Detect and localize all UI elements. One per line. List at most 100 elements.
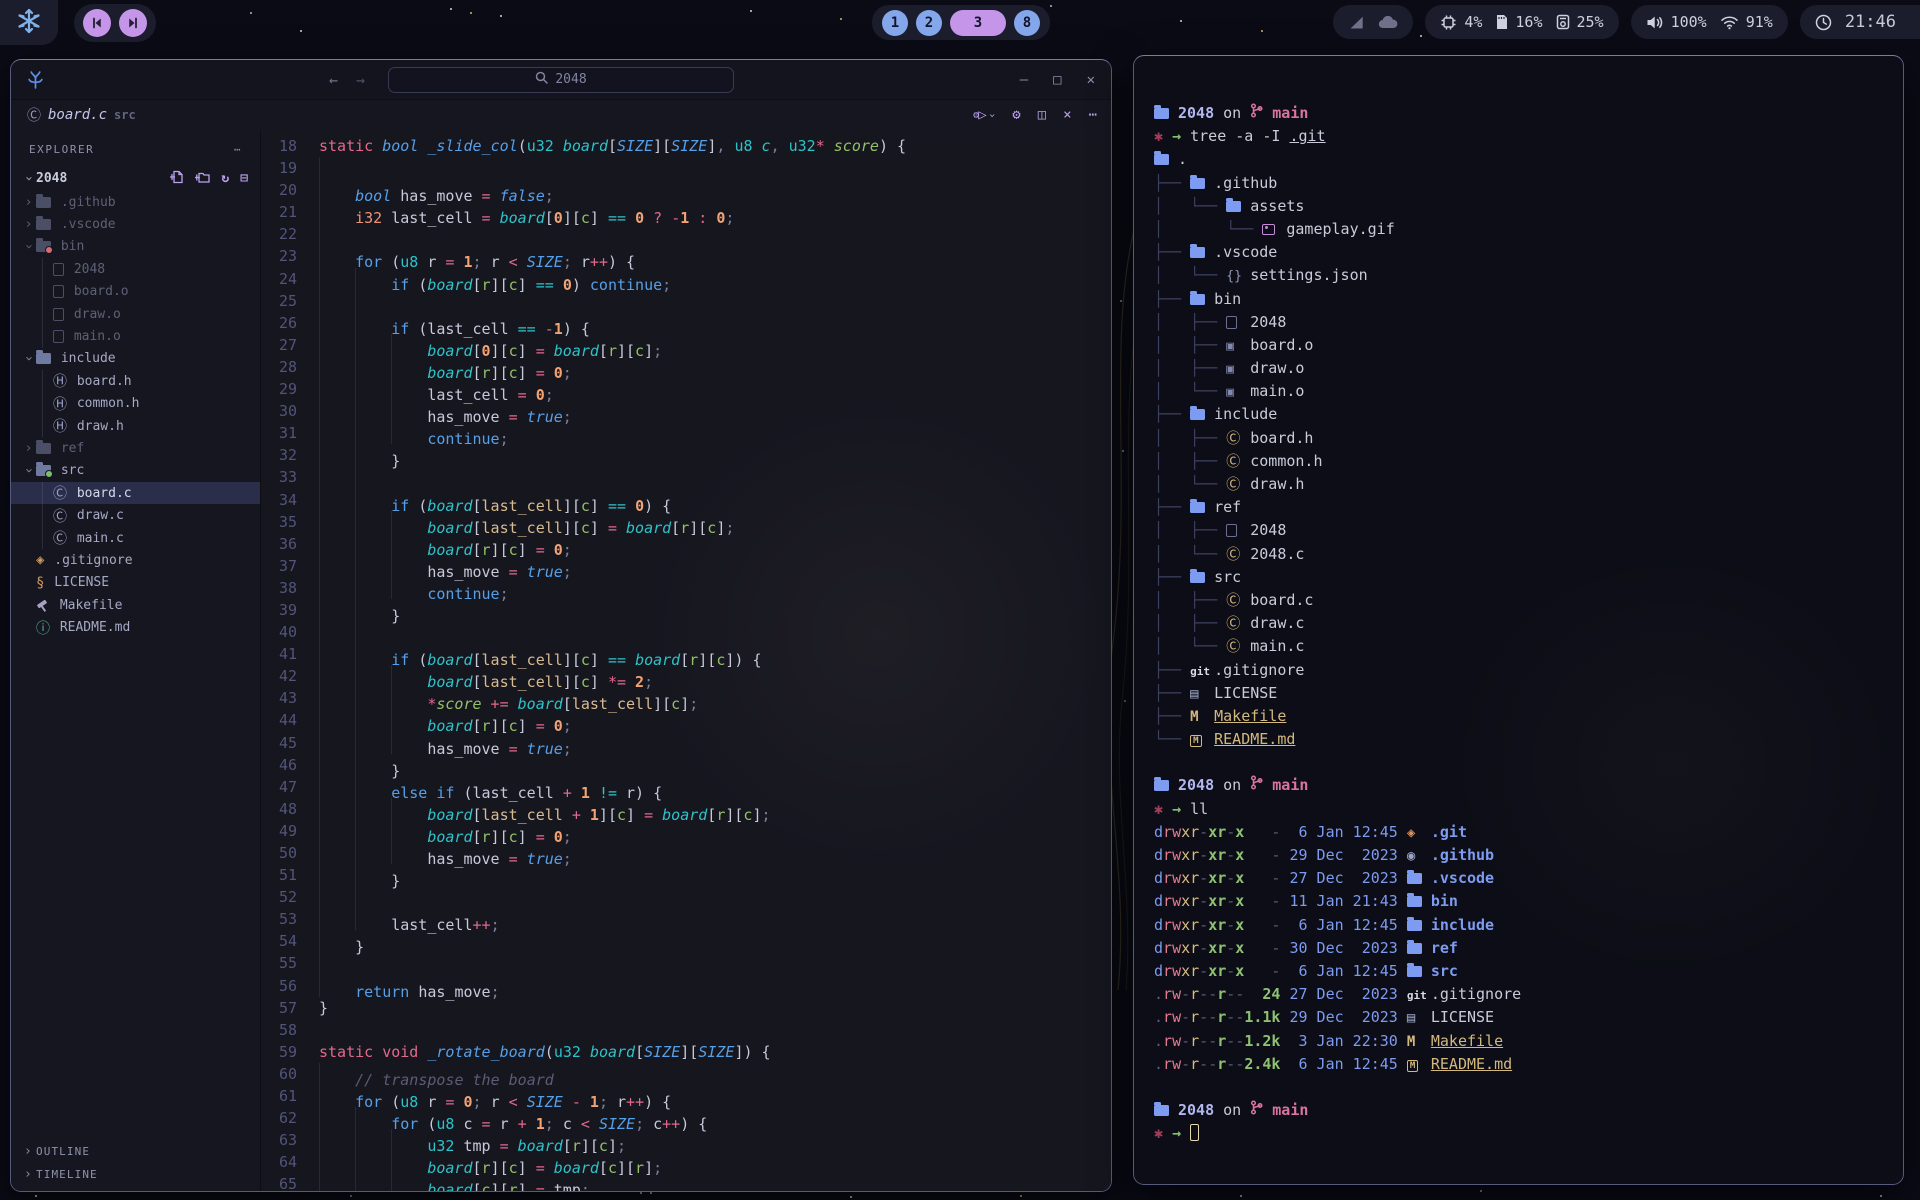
explorer-item-main.o[interactable]: main.o <box>11 325 260 347</box>
new-folder-icon[interactable] <box>195 170 210 188</box>
terminal-tree-row: ├── src <box>1154 566 1903 589</box>
scales-icon: § <box>36 575 44 591</box>
code-editor[interactable]: 18static bool _slide_col(u32 board[SIZE]… <box>261 130 1111 1192</box>
terminal-window[interactable]: 2048 on main✱ → tree -a -I .git.├── .git… <box>1133 55 1904 1185</box>
line-number: 64 <box>261 1151 319 1173</box>
prompt-flower-icon: ✱ <box>1154 1122 1172 1145</box>
c-file-icon: Ⓒ <box>53 506 67 526</box>
editor-titlebar[interactable]: ← → 2048 — □ ✕ <box>11 60 1111 100</box>
nav-forward-icon[interactable]: → <box>356 71 365 89</box>
explorer-item-ref[interactable]: › ref <box>11 437 260 459</box>
clock-pill[interactable]: 21:46 <box>1800 5 1920 39</box>
folder-icon <box>1407 873 1422 884</box>
explorer-root-row[interactable]: › 2048 ↻ ⊟ <box>11 166 260 191</box>
workspace-1[interactable]: 1 <box>882 10 908 36</box>
tree-connector: │ └── <box>1154 220 1262 238</box>
indent-guide <box>319 665 355 687</box>
explorer-item-README.md[interactable]: ⓘ README.md <box>11 616 260 638</box>
line-number: 23 <box>261 245 319 267</box>
explorer-item-draw.c[interactable]: Ⓒ draw.c <box>11 504 260 526</box>
more-actions-icon[interactable]: ⋯ <box>1089 107 1097 123</box>
indent-guide <box>319 732 355 754</box>
terminal-ll-row: drwxr-xr-x- 30 Dec 2023 ref <box>1154 937 1903 960</box>
tab-board-c[interactable]: Ⓒ board.c src <box>11 100 148 130</box>
item-label: draw.c <box>69 508 124 523</box>
panel-timeline[interactable]: ›TIMELINE <box>11 1163 260 1186</box>
indent-guide <box>319 930 355 952</box>
collapse-all-icon[interactable]: ⊟ <box>240 171 248 186</box>
explorer-item-LICENSE[interactable]: § LICENSE <box>11 572 260 594</box>
explorer-item-2048[interactable]: 2048 <box>11 258 260 280</box>
tree-connector: │ └── <box>1154 266 1226 284</box>
new-file-icon[interactable] <box>170 170 184 188</box>
indent-guide <box>319 599 355 621</box>
explorer-item-board.c[interactable]: Ⓒ board.c <box>11 482 260 504</box>
indent-guide <box>355 599 391 621</box>
volume-stat[interactable]: 100% <box>1646 13 1707 31</box>
code-line: 58 <box>261 1019 1111 1041</box>
close-editor-icon[interactable]: × <box>1063 107 1071 123</box>
ll-name: include <box>1431 916 1494 934</box>
explorer-item-common.h[interactable]: Ⓗ common.h <box>11 393 260 415</box>
explorer-item-src[interactable]: › src <box>11 460 260 482</box>
line-number: 20 <box>261 179 319 201</box>
line-number: 26 <box>261 312 319 334</box>
indent-guide <box>391 732 427 754</box>
workspace-8[interactable]: 8 <box>1014 10 1040 36</box>
explorer-item-.gitignore[interactable]: ◈ .gitignore <box>11 549 260 571</box>
cpu-value: 4% <box>1464 13 1482 31</box>
settings-gear-icon[interactable]: ⚙ <box>1012 107 1020 123</box>
indent-guide <box>319 643 355 665</box>
terminal-ll-row: drwxr-xr-x- 11 Jan 21:43 bin <box>1154 890 1903 913</box>
explorer-item-.vscode[interactable]: › .vscode <box>11 213 260 235</box>
code-text: if (last_cell == -1) { <box>319 312 590 334</box>
h-file-icon: Ⓗ <box>53 394 67 414</box>
split-editor-icon[interactable]: ◫ <box>1038 107 1046 123</box>
refresh-icon[interactable]: ↻ <box>221 171 229 186</box>
explorer-item-draw.o[interactable]: draw.o <box>11 303 260 325</box>
maximize-button[interactable]: □ <box>1053 72 1061 88</box>
panel-outline[interactable]: ›OUTLINE <box>11 1140 260 1163</box>
tree-connector: │ ├── <box>1154 452 1226 470</box>
launcher-button[interactable] <box>0 0 58 45</box>
folder-icon-wrap <box>1154 774 1178 797</box>
folder-icon-wrap <box>1407 937 1431 960</box>
explorer-item-main.c[interactable]: Ⓒ main.c <box>11 527 260 549</box>
c-icon-wrap: Ⓒ <box>1226 612 1250 636</box>
explorer-item-bin[interactable]: › bin <box>11 236 260 258</box>
explorer-item-.github[interactable]: › .github <box>11 191 260 213</box>
explorer-menu-icon[interactable]: ⋯ <box>234 143 242 156</box>
workspace-2[interactable]: 2 <box>916 10 942 36</box>
item-label: README.md <box>52 620 130 635</box>
explorer-item-board.o[interactable]: board.o <box>11 281 260 303</box>
close-button[interactable]: ✕ <box>1087 72 1095 88</box>
command-center-search[interactable]: 2048 <box>388 67 734 93</box>
indent-guide <box>355 776 391 798</box>
item-label: LICENSE <box>46 575 109 590</box>
explorer-item-include[interactable]: › include <box>11 348 260 370</box>
terminal-tree-row: └── MREADME.md <box>1154 728 1903 751</box>
wifi-stat[interactable]: 91% <box>1720 13 1773 31</box>
prompt-arrow-icon: → <box>1172 125 1190 148</box>
top-bar: 1238 4% 16% <box>0 0 1920 45</box>
media-previous-button[interactable] <box>83 9 111 37</box>
line-number: 38 <box>261 577 319 599</box>
obj-icon-wrap: ▣ <box>1226 357 1250 381</box>
terminal-cursor[interactable] <box>1190 1124 1199 1141</box>
explorer-item-board.h[interactable]: Ⓗ board.h <box>11 370 260 392</box>
terminal-ll-row: .rw-r--r--24 27 Dec 2023 git.gitignore <box>1154 983 1903 1006</box>
search-value: 2048 <box>555 72 586 87</box>
file-icon <box>1226 524 1237 537</box>
volume-value: 100% <box>1671 13 1707 31</box>
nav-back-icon[interactable]: ← <box>329 71 338 89</box>
chevron-right-icon: › <box>21 1144 36 1159</box>
minimize-button[interactable]: — <box>1020 72 1028 88</box>
workspace-3-active[interactable]: 3 <box>950 10 1006 36</box>
explorer-item-draw.h[interactable]: Ⓗ draw.h <box>11 415 260 437</box>
explorer-item-Makefile[interactable]: Makefile <box>11 594 260 616</box>
indent-guide <box>42 415 43 437</box>
terminal-tree-row: │ ├── ▣board.o <box>1154 334 1903 357</box>
media-next-button[interactable] <box>119 9 147 37</box>
run-debug-button[interactable]: ⚙▷› <box>973 107 995 123</box>
folder-icon-wrap <box>1407 867 1431 890</box>
